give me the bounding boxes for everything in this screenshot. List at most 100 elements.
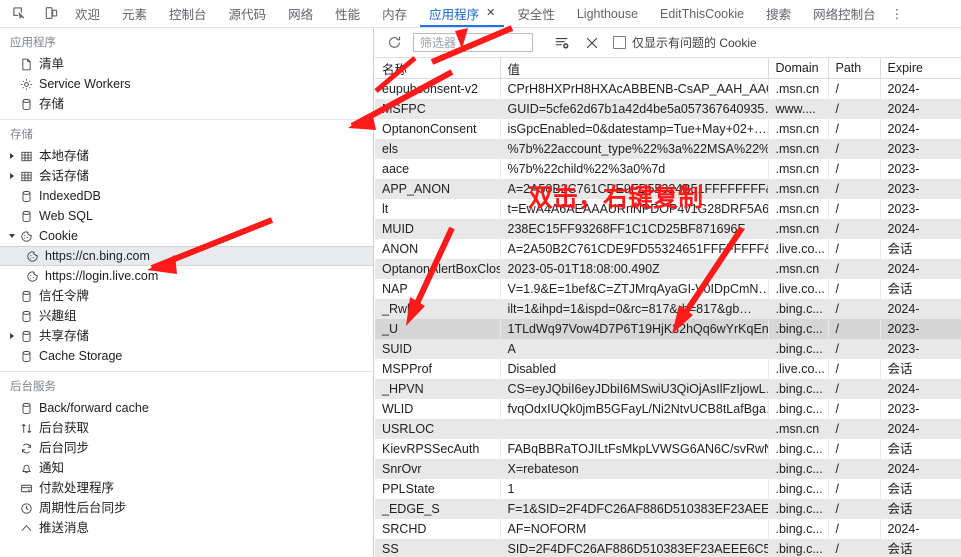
tab-lighthouse[interactable]: Lighthouse	[566, 0, 649, 27]
tab-memory[interactable]: 内存	[371, 0, 418, 27]
cookie-icon	[18, 228, 34, 244]
cell-value: F=1&SID=2F4DFC26AF886D510383EF23AEEE…	[500, 499, 769, 519]
sidebar-item-label: Service Workers	[39, 77, 131, 91]
sidebar-item-indexeddb[interactable]: IndexedDB	[0, 186, 373, 206]
sidebar-item-trust-tokens[interactable]: 信任令牌	[0, 286, 373, 306]
cell-expires: 2024-	[880, 519, 961, 539]
payment-card-icon	[18, 480, 34, 496]
sidebar-item-bfcache[interactable]: Back/forward cache	[0, 398, 373, 418]
sidebar-item-notifications[interactable]: 通知	[0, 458, 373, 478]
table-row[interactable]: SS SID=2F4DFC26AF886D510383EF23AEEE6C5C….…	[375, 539, 961, 557]
table-row[interactable]: MSPProf Disabled .live.co... / 会话	[375, 359, 961, 379]
sidebar-item-manifest[interactable]: 清单	[0, 54, 373, 74]
cell-value: 238EC15FF93268FF1C1CD25BF871696F	[500, 219, 769, 239]
filter-input[interactable]	[418, 34, 528, 51]
table-row[interactable]: OptanonAlertBoxClosed2023-05-01T18:08:00…	[375, 259, 961, 279]
table-row[interactable]: KievRPSSecAuth FABqBBRaTOJILtFsMkpLVWSG6A…	[375, 439, 961, 459]
table-row[interactable]: _HPVN CS=eyJQbiI6eyJDbiI6MSwiU3QiOjAsIlFz…	[375, 379, 961, 399]
cell-name: SRCHD	[375, 519, 501, 539]
table-row[interactable]: aace %7b%22child%22%3a0%7d .msn.cn/2023-	[375, 159, 961, 179]
clear-filter-icon[interactable]	[551, 32, 573, 54]
sidebar-item-interest-groups[interactable]: 兴趣组	[0, 306, 373, 326]
cell-path: /	[828, 259, 881, 279]
chevron-right-icon[interactable]	[6, 330, 18, 342]
only-problematic-cookies-toggle[interactable]: 仅显示有问题的 Cookie	[613, 34, 757, 51]
table-row[interactable]: _U 1TLdWq97Vow4D7P6T19HjK32hQq6wYrKqEn… .b…	[375, 319, 961, 339]
cell-name: OptanonAlertBoxClosed	[375, 259, 501, 279]
table-row[interactable]: SnrOvr X=rebateson .bing.c.../2024-	[375, 459, 961, 479]
table-row[interactable]: ANON A=2A50B2C761CDE9FD55324651FFFFFFFF&E…	[375, 239, 961, 259]
sidebar-item-periodic-background-sync[interactable]: 周期性后台同步	[0, 498, 373, 518]
tab-elements[interactable]: 元素	[111, 0, 158, 27]
cell-path: /	[828, 399, 881, 419]
refresh-icon[interactable]	[383, 32, 405, 54]
tab-welcome[interactable]: 欢迎	[64, 0, 111, 27]
cell-name: _U	[375, 319, 501, 339]
database-icon	[18, 96, 34, 112]
sidebar-item-push-messaging[interactable]: 推送消息	[0, 518, 373, 538]
filter-input-wrapper[interactable]	[413, 33, 533, 52]
delete-all-cookies-icon[interactable]	[581, 32, 603, 54]
sidebar-item-label: 后台获取	[39, 421, 90, 435]
sidebar-item-background-sync[interactable]: 后台同步	[0, 438, 373, 458]
cookies-panel: 仅显示有问题的 Cookie 名称 值 Domain Path Expire	[375, 28, 961, 557]
table-row[interactable]: MSFPC GUID=5cfe62d67b1a42d4be5a0573676409…	[375, 99, 961, 119]
table-row[interactable]: SUID A .bing.c.../2023-	[375, 339, 961, 359]
sidebar-item-cookie-login-live[interactable]: https://login.live.com	[0, 266, 373, 286]
sidebar-item-cookie[interactable]: Cookie	[0, 226, 373, 246]
tab-network-console[interactable]: 网络控制台	[802, 0, 887, 27]
checkbox-icon[interactable]	[613, 36, 626, 49]
chevron-right-icon[interactable]	[6, 170, 18, 182]
column-header-value[interactable]: 值	[500, 58, 769, 79]
sidebar-item-cache-storage[interactable]: Cache Storage	[0, 346, 373, 366]
table-row[interactable]: els %7b%22account_type%22%3a%22MSA%22%… .m…	[375, 139, 961, 159]
sidebar-item-storage[interactable]: 存储	[0, 94, 373, 114]
table-row[interactable]: USRLOC .msn.cn/2024-	[375, 419, 961, 439]
cell-name: lt	[375, 199, 501, 219]
sidebar-item-payment-handler[interactable]: 付款处理程序	[0, 478, 373, 498]
table-row[interactable]: PPLState 1 .bing.c... / 会话	[375, 479, 961, 499]
table-row[interactable]: MUID 238EC15FF93268FF1C1CD25BF871696F .msn…	[375, 219, 961, 239]
tab-application[interactable]: 应用程序 ✕	[418, 0, 506, 27]
table-row[interactable]: SRCHD AF=NOFORM .bing.c.../2024-	[375, 519, 961, 539]
tab-search[interactable]: 搜索	[755, 0, 802, 27]
database-icon	[18, 308, 34, 324]
cookies-table-scroll[interactable]: 名称 值 Domain Path Expire eupubconsent-v2 C…	[375, 58, 961, 557]
column-header-path[interactable]: Path	[828, 58, 881, 79]
table-header-row: 名称 值 Domain Path Expire	[375, 58, 961, 79]
column-header-domain[interactable]: Domain	[768, 58, 829, 79]
table-row[interactable]: OptanonConsent isGpcEnabled=0&datestamp=T…	[375, 119, 961, 139]
tabbar-overflow-icon[interactable]: ⋮	[887, 6, 908, 21]
tab-sources[interactable]: 源代码	[218, 0, 278, 27]
tab-security[interactable]: 安全性	[506, 0, 566, 27]
sidebar-item-shared-storage[interactable]: 共享存储	[0, 326, 373, 346]
sidebar-item-service-workers[interactable]: Service Workers	[0, 74, 373, 94]
table-row[interactable]: eupubconsent-v2 CPrH8HXPrH8HXAcABBENB-CsA…	[375, 78, 961, 99]
cell-expires: 会话	[880, 499, 961, 519]
chevron-down-icon[interactable]	[6, 230, 18, 242]
cell-name: _EDGE_S	[375, 499, 501, 519]
cell-value: X=rebateson	[500, 459, 769, 479]
device-toolbar-icon[interactable]	[38, 1, 64, 27]
sidebar-item-websql[interactable]: Web SQL	[0, 206, 373, 226]
table-row[interactable]: WLID fvqOdxIUQk0jmB5GFayL/Ni2NtvUCB8tLafB…	[375, 399, 961, 419]
tab-performance[interactable]: 性能	[324, 0, 371, 27]
cell-value: 1	[500, 479, 769, 499]
column-header-expires[interactable]: Expire	[880, 58, 961, 79]
chevron-right-icon[interactable]	[6, 150, 18, 162]
tab-editthiscookie[interactable]: EditThisCookie	[649, 0, 755, 27]
sidebar-item-local-storage[interactable]: 本地存储	[0, 146, 373, 166]
inspect-element-icon[interactable]	[6, 1, 32, 27]
table-row[interactable]: _Rwbf ilt=1&ihpd=1&ispd=0&rc=817&rb=817&g…	[375, 299, 961, 319]
sidebar-item-background-fetch[interactable]: 后台获取	[0, 418, 373, 438]
sidebar-item-cookie-cn-bing[interactable]: https://cn.bing.com	[0, 246, 373, 266]
sidebar-item-label: 付款处理程序	[39, 481, 115, 495]
tab-console[interactable]: 控制台	[158, 0, 218, 27]
table-grid-icon	[18, 168, 34, 184]
column-header-name[interactable]: 名称	[375, 58, 501, 79]
tab-network[interactable]: 网络	[277, 0, 324, 27]
table-row[interactable]: NAP V=1.9&E=1bef&C=ZTJMrqAyaGI-V0IDpCmN….…	[375, 279, 961, 299]
table-row[interactable]: _EDGE_S F=1&SID=2F4DFC26AF886D510383EF23A…	[375, 499, 961, 519]
close-icon[interactable]: ✕	[486, 8, 495, 19]
sidebar-item-session-storage[interactable]: 会话存储	[0, 166, 373, 186]
